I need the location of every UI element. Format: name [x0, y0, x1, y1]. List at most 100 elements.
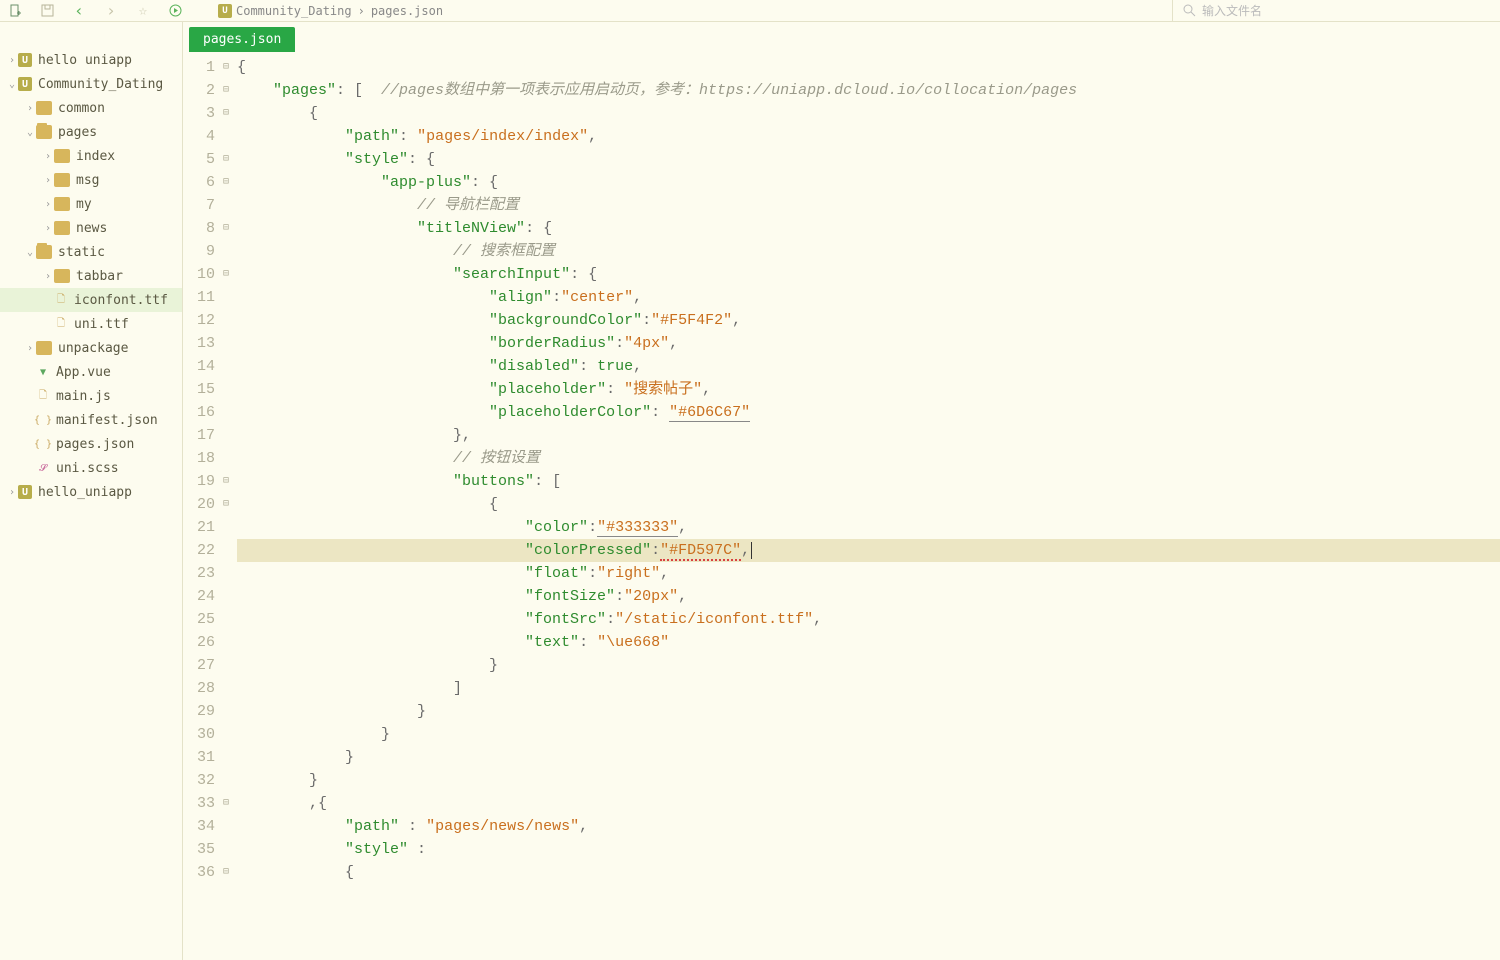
tree-item[interactable]: 🗋 main.js — [0, 384, 182, 408]
tree-item[interactable]: ⌄static — [0, 240, 182, 264]
tree-item[interactable]: ⌄pages — [0, 120, 182, 144]
code-line[interactable]: "align":"center", — [237, 286, 1500, 309]
code-line[interactable]: }, — [237, 424, 1500, 447]
code-line[interactable]: "placeholder": "搜索帖子", — [237, 378, 1500, 401]
search-icon — [1183, 4, 1196, 17]
code-line[interactable]: "fontSrc":"/static/iconfont.ttf", — [237, 608, 1500, 631]
twisty-icon: › — [6, 55, 18, 66]
twisty-icon: › — [42, 223, 54, 234]
tree-label: App.vue — [56, 365, 111, 380]
tree-item[interactable]: ›unpackage — [0, 336, 182, 360]
code-line[interactable]: } — [237, 700, 1500, 723]
uniapp-icon: U — [18, 485, 32, 499]
tree-label: index — [76, 149, 115, 164]
code-line[interactable]: } — [237, 746, 1500, 769]
code-line[interactable]: } — [237, 769, 1500, 792]
run-icon[interactable] — [168, 4, 182, 18]
twisty-icon: › — [24, 343, 36, 354]
tree-item[interactable]: ›my — [0, 192, 182, 216]
code-line[interactable]: "path" : "pages/news/news", — [237, 815, 1500, 838]
folder-icon — [36, 341, 52, 355]
tree-item[interactable]: 🗋iconfont.ttf — [0, 288, 182, 312]
code-line[interactable]: // 按钮设置 — [237, 447, 1500, 470]
tree-item[interactable]: { } pages.json — [0, 432, 182, 456]
code-line[interactable]: "app-plus": { — [237, 171, 1500, 194]
twisty-icon: › — [42, 199, 54, 210]
save-icon[interactable] — [40, 4, 54, 18]
code-line[interactable]: { — [237, 861, 1500, 884]
tab-active[interactable]: pages.json — [189, 27, 295, 52]
code-line[interactable]: { — [237, 493, 1500, 516]
scss-icon: 𝓢 — [36, 461, 50, 475]
code-line[interactable]: "fontSize":"20px", — [237, 585, 1500, 608]
tree-item[interactable]: ›tabbar — [0, 264, 182, 288]
tree-item[interactable]: 🗋uni.ttf — [0, 312, 182, 336]
code-line[interactable]: // 搜索框配置 — [237, 240, 1500, 263]
editor-tabs: pages.json — [183, 22, 1500, 52]
tree-item[interactable]: ▼ App.vue — [0, 360, 182, 384]
code-line[interactable]: "style" : — [237, 838, 1500, 861]
file-search[interactable]: 输入文件名 — [1172, 0, 1492, 21]
code-line[interactable]: "backgroundColor":"#F5F4F2", — [237, 309, 1500, 332]
star-icon[interactable]: ☆ — [136, 4, 150, 18]
code-line[interactable]: "disabled": true, — [237, 355, 1500, 378]
tree-label: main.js — [56, 389, 111, 404]
vue-icon: ▼ — [36, 365, 50, 379]
code-line[interactable]: } — [237, 723, 1500, 746]
search-placeholder: 输入文件名 — [1202, 2, 1262, 19]
code-line[interactable]: { — [237, 56, 1500, 79]
code-line[interactable]: "path": "pages/index/index", — [237, 125, 1500, 148]
code-line[interactable]: "float":"right", — [237, 562, 1500, 585]
folder-icon — [36, 245, 52, 259]
twisty-icon: › — [42, 175, 54, 186]
tree-item[interactable]: ›index — [0, 144, 182, 168]
code-line[interactable]: "colorPressed":"#FD597C", — [237, 539, 1500, 562]
twisty-icon: ⌄ — [24, 127, 36, 138]
tree-label: common — [58, 101, 105, 116]
json-icon: { } — [36, 413, 50, 427]
tree-label: hello_uniapp — [38, 485, 132, 500]
code-line[interactable]: "text": "\ue668" — [237, 631, 1500, 654]
code-line[interactable]: ,{ — [237, 792, 1500, 815]
code-line[interactable]: "style": { — [237, 148, 1500, 171]
tree-item[interactable]: ›msg — [0, 168, 182, 192]
json-icon: { } — [36, 437, 50, 451]
tree-label: static — [58, 245, 105, 260]
code-line[interactable]: } — [237, 654, 1500, 677]
breadcrumb-project[interactable]: UCommunity_Dating — [218, 4, 352, 18]
folder-icon — [54, 149, 70, 163]
twisty-icon: ⌄ — [6, 79, 18, 90]
back-icon[interactable]: ‹ — [72, 4, 86, 18]
breadcrumb-file[interactable]: pages.json — [371, 4, 443, 18]
tree-item[interactable]: ›Uhello_uniapp — [0, 480, 182, 504]
code-line[interactable]: "titleNView": { — [237, 217, 1500, 240]
code-editor[interactable]: 1234567891011121314151617181920212223242… — [183, 52, 1500, 960]
tree-item[interactable]: ⌄UCommunity_Dating — [0, 72, 182, 96]
code-line[interactable]: "buttons": [ — [237, 470, 1500, 493]
js-icon: 🗋 — [36, 389, 50, 403]
new-file-icon[interactable] — [8, 4, 22, 18]
tree-label: manifest.json — [56, 413, 158, 428]
tree-item[interactable]: ›Uhello uniapp — [0, 48, 182, 72]
tree-item[interactable]: ›news — [0, 216, 182, 240]
code-line[interactable]: "searchInput": { — [237, 263, 1500, 286]
code-line[interactable]: ] — [237, 677, 1500, 700]
code-line[interactable]: "placeholderColor": "#6D6C67" — [237, 401, 1500, 424]
tree-item[interactable]: { } manifest.json — [0, 408, 182, 432]
code-line[interactable]: // 导航栏配置 — [237, 194, 1500, 217]
tree-item[interactable]: ›common — [0, 96, 182, 120]
code-line[interactable]: "color":"#333333", — [237, 516, 1500, 539]
fold-gutter: ⊟⊟⊟⊟⊟⊟⊟⊟⊟⊟⊟ — [219, 52, 233, 960]
tree-label: pages.json — [56, 437, 134, 452]
folder-icon — [54, 173, 70, 187]
forward-icon[interactable]: › — [104, 4, 118, 18]
code-line[interactable]: "pages": [ //pages数组中第一项表示应用启动页，参考：https… — [237, 79, 1500, 102]
code-line[interactable]: { — [237, 102, 1500, 125]
file-explorer[interactable]: ›Uhello uniapp⌄UCommunity_Dating›common⌄… — [0, 22, 183, 960]
tree-label: iconfont.ttf — [74, 293, 168, 308]
uniapp-badge-icon: U — [218, 4, 232, 18]
code-content[interactable]: { "pages": [ //pages数组中第一项表示应用启动页，参考：htt… — [233, 52, 1500, 960]
line-gutter: 1234567891011121314151617181920212223242… — [183, 52, 219, 960]
code-line[interactable]: "borderRadius":"4px", — [237, 332, 1500, 355]
tree-item[interactable]: 𝓢uni.scss — [0, 456, 182, 480]
